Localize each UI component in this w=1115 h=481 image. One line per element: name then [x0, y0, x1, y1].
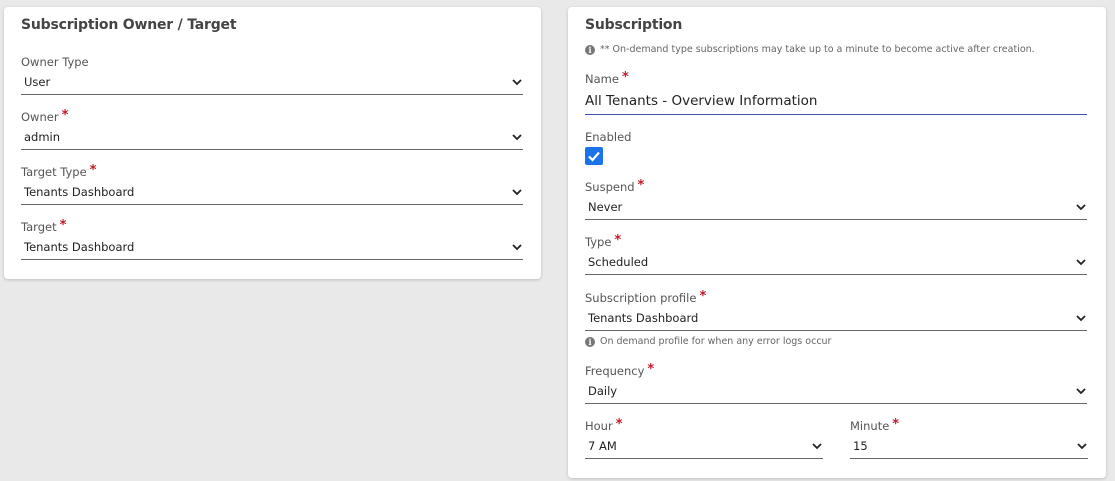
owner-label: Owner * [21, 108, 69, 124]
target-select[interactable]: Tenants Dashboard [21, 238, 523, 260]
frequency-label: Frequency * [585, 362, 655, 378]
type-value: Scheduled [588, 255, 649, 269]
type-select[interactable]: Scheduled [585, 253, 1087, 275]
required-marker: * [699, 289, 707, 304]
owner-target-card: Subscription Owner / Target Owner Type U… [4, 7, 541, 279]
required-marker: * [89, 163, 97, 178]
info-icon: i [585, 45, 595, 55]
hour-select[interactable]: 7 AM [585, 437, 823, 459]
profile-hint: i On demand profile for when any error lo… [585, 336, 831, 347]
suspend-select[interactable]: Never [585, 198, 1087, 220]
profile-label: Subscription profile * [585, 289, 707, 305]
chevron-down-icon [512, 189, 522, 196]
chevron-down-icon [1076, 388, 1086, 395]
owner-type-value: User [24, 75, 51, 89]
frequency-value: Daily [588, 384, 618, 398]
owner-select[interactable]: admin [21, 128, 523, 150]
chevron-down-icon [812, 443, 822, 450]
target-value: Tenants Dashboard [24, 240, 135, 254]
chevron-down-icon [512, 79, 522, 86]
enabled-checkbox[interactable] [585, 147, 603, 165]
owner-type-select[interactable]: User [21, 73, 523, 95]
info-icon: i [585, 337, 595, 347]
info-note: i ** On-demand type subscriptions may tak… [585, 44, 1035, 55]
target-label: Target * [21, 218, 67, 234]
suspend-label: Suspend * [585, 178, 645, 194]
profile-value: Tenants Dashboard [588, 311, 699, 325]
owner-type-label: Owner Type [21, 55, 89, 69]
required-marker: * [614, 233, 622, 248]
required-marker: * [59, 218, 67, 233]
hour-value: 7 AM [588, 439, 617, 453]
required-marker: * [892, 417, 900, 432]
required-marker: * [615, 417, 623, 432]
required-marker: * [647, 362, 655, 377]
card-title: Subscription [585, 17, 683, 33]
target-type-select[interactable]: Tenants Dashboard [21, 183, 523, 205]
checkmark-icon [588, 151, 600, 162]
profile-select[interactable]: Tenants Dashboard [585, 309, 1087, 331]
type-label: Type * [585, 233, 622, 249]
owner-value: admin [24, 130, 61, 144]
chevron-down-icon [1076, 204, 1086, 211]
enabled-label: Enabled [585, 130, 632, 144]
target-type-value: Tenants Dashboard [24, 185, 135, 199]
subscription-card: Subscription i ** On-demand type subscrip… [568, 7, 1106, 478]
required-marker: * [61, 108, 69, 123]
required-marker: * [637, 178, 645, 193]
hour-label: Hour * [585, 417, 623, 433]
suspend-value: Never [588, 200, 623, 214]
frequency-select[interactable]: Daily [585, 382, 1087, 404]
chevron-down-icon [1076, 259, 1086, 266]
name-value: All Tenants - Overview Information [585, 93, 818, 109]
minute-label: Minute * [850, 417, 900, 433]
chevron-down-icon [1076, 315, 1086, 322]
required-marker: * [621, 70, 629, 85]
chevron-down-icon [512, 244, 522, 251]
card-title: Subscription Owner / Target [21, 17, 237, 33]
minute-value: 15 [853, 439, 868, 453]
minute-select[interactable]: 15 [850, 437, 1088, 459]
name-label: Name * [585, 70, 629, 86]
name-input[interactable]: All Tenants - Overview Information [585, 91, 1087, 115]
target-type-label: Target Type * [21, 163, 97, 179]
chevron-down-icon [512, 134, 522, 141]
chevron-down-icon [1077, 443, 1087, 450]
